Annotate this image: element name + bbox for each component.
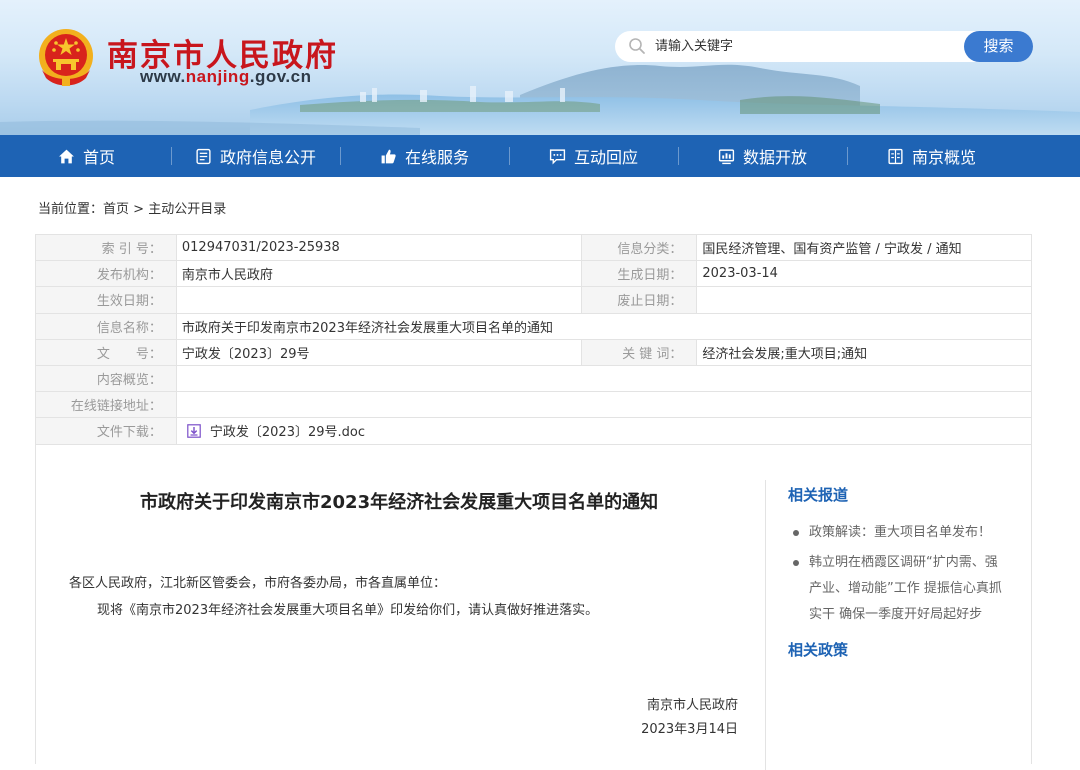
breadcrumb: 当前位置：首页 > 主动公开目录 <box>38 198 226 217</box>
breadcrumb-separator: > <box>129 202 149 217</box>
nav-item-label: 政府信息公开 <box>219 148 316 167</box>
publisher-value: 南京市人民政府 <box>175 260 583 288</box>
effective-date-label: 生效日期： <box>35 286 177 314</box>
search-bar: 搜索 <box>615 31 1033 62</box>
site-url-prefix: www. <box>140 67 186 86</box>
publisher-label: 发布机构： <box>35 260 177 288</box>
nav-item-label: 数据开放 <box>742 148 807 167</box>
nav-item-government-info[interactable]: 政府信息公开 <box>171 135 340 177</box>
document-signature: 南京市人民政府 <box>646 698 738 713</box>
site-header: 南京市人民政府 www.nanjing.gov.cn 搜索 <box>0 0 1080 135</box>
nav-item-label: 南京概览 <box>911 148 976 167</box>
table-row: 信息名称： 市政府关于印发南京市2023年经济社会发展重大项目名单的通知 <box>35 312 1033 340</box>
document-addressee: 各区人民政府，江北新区管委会，市府各委办局，市各直属单位： <box>69 576 447 591</box>
table-row: 索 引 号： 012947031/2023-25938 信息分类： 国民经济管理… <box>35 233 1032 262</box>
category-value: 国民经济管理、国有资产监管 / 宁政发 / 通知 <box>696 233 1032 262</box>
nav-item-home[interactable]: 首页 <box>2 135 171 177</box>
breadcrumb-home-link[interactable]: 首页 <box>103 202 129 217</box>
file-download-link[interactable]: 宁政发〔2023〕29号.doc <box>210 425 365 440</box>
nav-item-label: 互动回应 <box>573 148 638 167</box>
table-row: 生效日期： 废止日期： <box>35 286 1032 314</box>
related-sidebar: 相关报道 政策解读：重大项目名单发布！ 韩立明在栖霞区调研“扩内需、强产业、增动… <box>788 484 1010 660</box>
info-name-value: 市政府关于印发南京市2023年经济社会发展重大项目名单的通知 <box>175 312 1033 340</box>
nav-item-interaction[interactable]: 互动回应 <box>509 135 678 177</box>
list-item[interactable]: 韩立明在栖霞区调研“扩内需、强产业、增动能”工作 提振信心真抓实干 确保一季度开… <box>788 550 1010 628</box>
site-url-suffix: .gov.cn <box>249 67 312 86</box>
search-button[interactable]: 搜索 <box>964 31 1033 62</box>
table-row: 文 号： 宁政发〔2023〕29号 关 键 词： 经济社会发展;重大项目;通知 <box>35 338 1032 366</box>
table-row: 内容概览： <box>35 364 1033 393</box>
expire-date-value <box>696 286 1032 314</box>
document-body: 现将《南京市2023年经济社会发展重大项目名单》印发给你们，请认真做好推进落实。 <box>97 603 599 618</box>
file-download-label: 文件下载： <box>35 417 177 445</box>
summary-value <box>175 364 1033 393</box>
breadcrumb-current-link[interactable]: 主动公开目录 <box>148 202 226 217</box>
document-number-value: 宁政发〔2023〕29号 <box>175 338 583 366</box>
index-number-label: 索 引 号： <box>35 233 177 262</box>
nav-item-label: 首页 <box>82 148 115 167</box>
summary-label: 内容概览： <box>35 364 177 393</box>
chat-icon <box>549 148 566 165</box>
document-content-area: 市政府关于印发南京市2023年经济社会发展重大项目名单的通知 各区人民政府，江北… <box>35 444 1032 770</box>
document-title: 市政府关于印发南京市2023年经济社会发展重大项目名单的通知 <box>140 492 659 513</box>
content-divider <box>765 480 766 770</box>
thumbs-up-icon <box>381 149 396 163</box>
list-item[interactable]: 政策解读：重大项目名单发布！ <box>788 520 1010 546</box>
overview-icon <box>888 148 903 164</box>
keywords-value: 经济社会发展;重大项目;通知 <box>696 338 1032 366</box>
nav-item-online-service[interactable]: 在线服务 <box>340 135 509 177</box>
table-row: 发布机构： 南京市人民政府 生成日期： 2023-03-14 <box>35 260 1032 288</box>
table-row: 在线链接地址： <box>35 391 1033 419</box>
breadcrumb-prefix: 当前位置： <box>38 202 104 217</box>
document-date: 2023年3月14日 <box>641 722 738 737</box>
related-reports-list: 政策解读：重大项目名单发布！ 韩立明在栖霞区调研“扩内需、强产业、增动能”工作 … <box>788 520 1010 628</box>
created-date-value: 2023-03-14 <box>696 260 1032 288</box>
info-name-label: 信息名称： <box>35 312 177 340</box>
file-download-cell: 宁政发〔2023〕29号.doc <box>175 417 1033 445</box>
document-icon <box>196 148 211 164</box>
document-number-label: 文 号： <box>35 338 177 366</box>
national-emblem-logo <box>39 29 93 86</box>
home-icon <box>59 149 74 163</box>
main-nav: 首页 政府信息公开 在线服务 互动回应 数据开放 南京概览 <box>0 135 1080 177</box>
site-url[interactable]: www.nanjing.gov.cn <box>140 67 311 87</box>
document-info-table: 索 引 号： 012947031/2023-25938 信息分类： 国民经济管理… <box>35 233 1033 445</box>
index-number-value: 012947031/2023-25938 <box>175 233 583 262</box>
related-policies-heading: 相关政策 <box>788 641 849 659</box>
effective-date-value <box>175 286 583 314</box>
table-row: 文件下载： 宁政发〔2023〕29号.doc <box>35 417 1033 445</box>
category-label: 信息分类： <box>581 233 698 262</box>
expire-date-label: 废止日期： <box>581 286 698 314</box>
online-link-value <box>175 391 1033 419</box>
online-link-label: 在线链接地址： <box>35 391 177 419</box>
data-chart-icon <box>718 148 735 164</box>
related-reports-heading: 相关报道 <box>788 486 849 504</box>
search-input[interactable] <box>655 36 955 57</box>
nav-item-open-data[interactable]: 数据开放 <box>678 135 847 177</box>
nav-item-nanjing-overview[interactable]: 南京概览 <box>847 135 1016 177</box>
nav-item-label: 在线服务 <box>404 148 469 167</box>
created-date-label: 生成日期： <box>581 260 698 288</box>
site-url-domain: nanjing <box>185 67 250 86</box>
search-icon <box>629 38 645 54</box>
keywords-label: 关 键 词： <box>581 338 698 366</box>
download-icon[interactable] <box>187 424 201 439</box>
